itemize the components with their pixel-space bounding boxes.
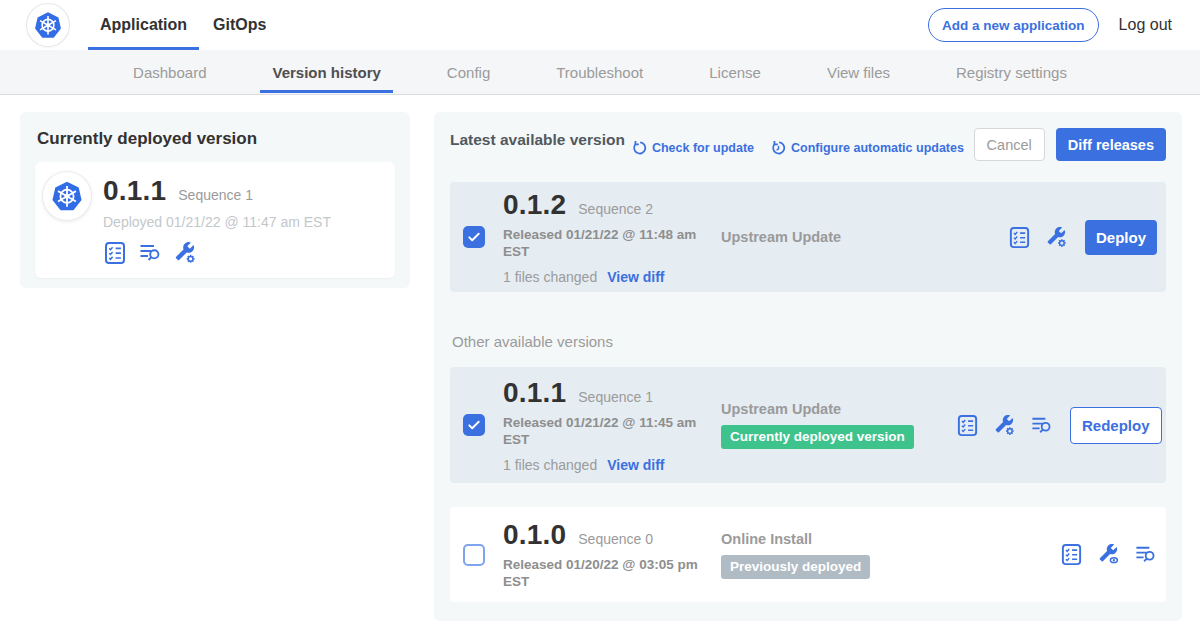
sequence-label: Sequence 1	[578, 389, 653, 405]
check-for-update-label: Check for update	[652, 141, 754, 155]
deploy-button[interactable]: Deploy	[1085, 220, 1157, 255]
version-row-0-1-1: 0.1.1 Sequence 1 Released 01/21/22 @ 11:…	[450, 367, 1166, 483]
version-source-label: Upstream Update	[721, 401, 956, 417]
redeploy-button[interactable]: Redeploy	[1070, 407, 1162, 444]
release-notes-icon[interactable]	[1008, 226, 1031, 249]
add-new-application-button[interactable]: Add a new application	[928, 8, 1099, 42]
version-checkbox-0-1-2[interactable]	[463, 226, 485, 248]
sequence-label: Sequence 0	[578, 531, 653, 547]
refresh-icon	[631, 140, 647, 156]
header-tab-application-label: Application	[100, 16, 187, 34]
header-tab-gitops-label: GitOps	[213, 16, 266, 34]
release-notes-icon[interactable]	[103, 241, 127, 265]
version-number: 0.1.2	[503, 189, 566, 221]
view-files-icon[interactable]	[138, 241, 162, 265]
header-tab-application[interactable]: Application	[88, 0, 199, 50]
view-files-icon[interactable]	[1134, 543, 1157, 566]
release-notes-icon[interactable]	[956, 414, 979, 437]
subnav-item-view-files[interactable]: View files	[815, 50, 902, 94]
subnav-item-version-history[interactable]: Version history	[260, 50, 392, 94]
version-source-label: Upstream Update	[721, 229, 956, 245]
view-files-icon[interactable]	[1030, 414, 1053, 437]
deployed-timestamp: Deployed 01/21/22 @ 11:47 am EST	[103, 214, 331, 230]
released-timestamp: Released 01/21/22 @ 11:45 am EST	[503, 415, 721, 447]
version-row-0-1-0: 0.1.0 Sequence 0 Released 01/20/22 @ 03:…	[450, 507, 1166, 602]
released-timestamp: Released 01/21/22 @ 11:48 am EST	[503, 227, 721, 259]
latest-available-title: Latest available version	[450, 131, 625, 149]
files-changed-label: 1 files changed	[503, 269, 597, 285]
sequence-label: Sequence 2	[578, 201, 653, 217]
app-icon	[43, 172, 91, 220]
configure-automatic-updates-label: Configure automatic updates	[791, 141, 964, 155]
deployed-version-tile: 0.1.1 Sequence 1 Deployed 01/21/22 @ 11:…	[35, 162, 395, 278]
subnav-item-dashboard[interactable]: Dashboard	[121, 50, 218, 94]
deployed-version-number: 0.1.1	[103, 175, 166, 207]
version-number: 0.1.1	[503, 377, 566, 409]
configure-automatic-updates-link[interactable]: Configure automatic updates	[770, 140, 964, 156]
edit-config-icon[interactable]	[993, 414, 1016, 437]
version-checkbox-0-1-1[interactable]	[463, 414, 485, 436]
app-header: Application GitOps Add a new application…	[0, 0, 1200, 50]
subnav-item-license[interactable]: License	[697, 50, 773, 94]
diff-releases-button[interactable]: Diff releases	[1056, 128, 1166, 161]
version-checkbox-0-1-0[interactable]	[463, 544, 485, 566]
view-diff-link[interactable]: View diff	[607, 457, 664, 473]
subnav-item-config[interactable]: Config	[435, 50, 502, 94]
cancel-button[interactable]: Cancel	[974, 128, 1045, 161]
released-timestamp: Released 01/20/22 @ 03:05 pm EST	[503, 557, 721, 589]
version-row-0-1-2: 0.1.2 Sequence 2 Released 01/21/22 @ 11:…	[450, 182, 1166, 292]
auto-update-icon	[770, 140, 786, 156]
check-for-update-link[interactable]: Check for update	[631, 140, 754, 156]
deployed-sequence-label: Sequence 1	[178, 187, 253, 203]
view-diff-link[interactable]: View diff	[607, 269, 664, 285]
currently-deployed-badge: Currently deployed version	[721, 425, 914, 449]
kubernetes-logo	[27, 4, 69, 46]
logout-link[interactable]: Log out	[1119, 16, 1172, 34]
other-versions-title: Other available versions	[452, 333, 1166, 350]
version-history-panel: Latest available version Check for updat…	[434, 112, 1182, 621]
files-changed-label: 1 files changed	[503, 457, 597, 473]
subnav-item-troubleshoot[interactable]: Troubleshoot	[544, 50, 655, 94]
version-number: 0.1.0	[503, 519, 566, 551]
edit-config-icon[interactable]	[1045, 226, 1068, 249]
currently-deployed-title: Currently deployed version	[37, 129, 395, 149]
edit-config-icon[interactable]	[173, 241, 197, 265]
view-config-icon[interactable]	[1097, 543, 1120, 566]
currently-deployed-card: Currently deployed version 0.1.1 Sequenc…	[20, 112, 410, 288]
app-subnav: Dashboard Version history Config Trouble…	[0, 50, 1200, 95]
previously-deployed-badge: Previously deployed	[721, 555, 870, 579]
header-tab-gitops[interactable]: GitOps	[201, 0, 278, 50]
version-source-label: Online Install	[721, 531, 956, 547]
release-notes-icon[interactable]	[1060, 543, 1083, 566]
subnav-item-registry-settings[interactable]: Registry settings	[944, 50, 1079, 94]
